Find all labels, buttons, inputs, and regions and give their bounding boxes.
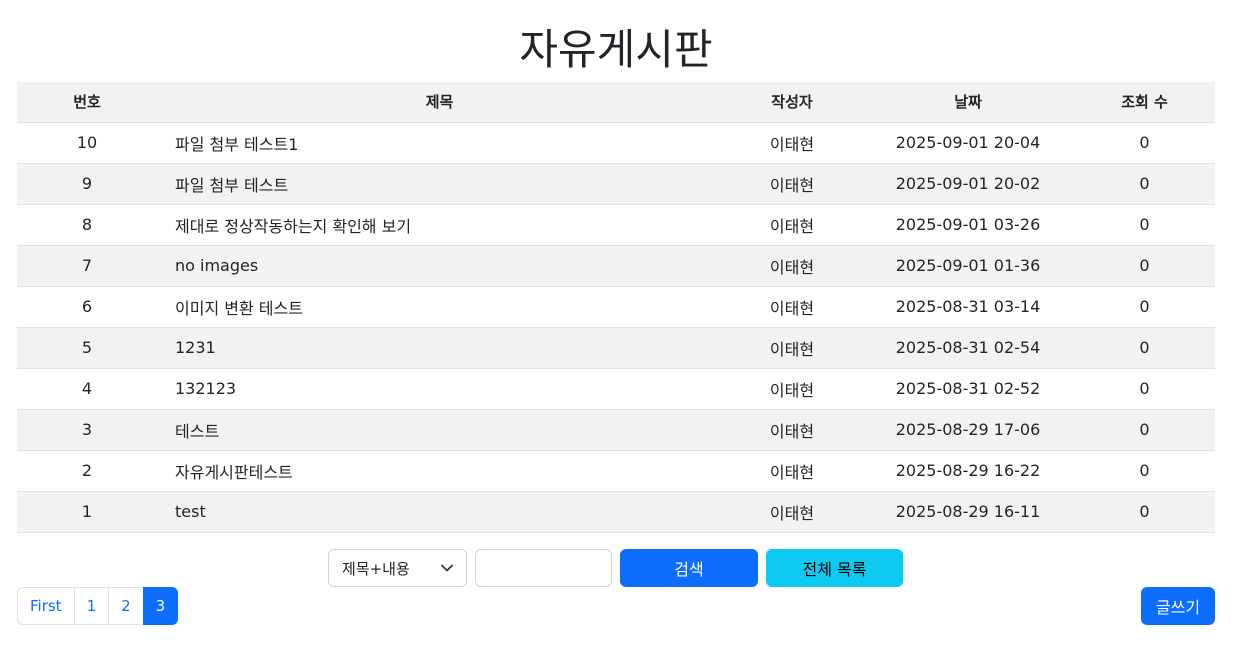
search-type-select[interactable]: 제목+내용 [328, 549, 467, 587]
post-title-link[interactable]: 제대로 정상작동하는지 확인해 보기 [157, 204, 722, 246]
cell-num: 7 [17, 245, 157, 287]
cell-num: 3 [17, 409, 157, 451]
cell-views: 0 [1074, 122, 1215, 164]
cell-date: 2025-08-31 02-52 [862, 368, 1074, 410]
page-1-link[interactable]: 1 [73, 587, 110, 625]
cell-num: 2 [17, 450, 157, 492]
all-list-button[interactable]: 전체 목록 [766, 549, 903, 587]
post-title-link[interactable]: 파일 첨부 테스트 [157, 163, 722, 205]
search-type-value: 제목+내용 [342, 559, 410, 578]
post-title-link[interactable]: test [157, 491, 722, 533]
cell-date: 2025-08-31 03-14 [862, 286, 1074, 328]
cell-author: 이태현 [722, 450, 862, 492]
pagination: First 1 2 3 [17, 587, 179, 625]
table-row[interactable]: 6 이미지 변환 테스트 이태현 2025-08-31 03-14 0 [17, 286, 1215, 328]
post-title-link[interactable]: 1231 [157, 327, 722, 369]
cell-views: 0 [1074, 163, 1215, 205]
cell-views: 0 [1074, 409, 1215, 451]
write-post-button[interactable]: 글쓰기 [1141, 587, 1215, 625]
cell-author: 이태현 [722, 204, 862, 246]
cell-views: 0 [1074, 204, 1215, 246]
post-title-link[interactable]: no images [157, 245, 722, 287]
cell-num: 10 [17, 122, 157, 164]
board-table: 번호 제목 작성자 날짜 조회 수 10 파일 첨부 테스트1 이태현 2025… [17, 82, 1215, 533]
cell-date: 2025-08-29 17-06 [862, 409, 1074, 451]
cell-views: 0 [1074, 245, 1215, 287]
cell-author: 이태현 [722, 245, 862, 287]
cell-author: 이태현 [722, 163, 862, 205]
cell-num: 6 [17, 286, 157, 328]
header-row: 번호 제목 작성자 날짜 조회 수 [17, 82, 1215, 123]
cell-date: 2025-08-29 16-22 [862, 450, 1074, 492]
cell-num: 8 [17, 204, 157, 246]
header-date: 날짜 [862, 82, 1074, 123]
chevron-down-icon [440, 561, 454, 575]
search-input[interactable] [475, 549, 612, 587]
cell-views: 0 [1074, 368, 1215, 410]
table-row[interactable]: 8 제대로 정상작동하는지 확인해 보기 이태현 2025-09-01 03-2… [17, 204, 1215, 246]
search-button[interactable]: 검색 [620, 549, 758, 587]
cell-views: 0 [1074, 286, 1215, 328]
cell-views: 0 [1074, 491, 1215, 533]
page-3-link[interactable]: 3 [142, 587, 179, 625]
header-views: 조회 수 [1074, 82, 1215, 123]
cell-num: 1 [17, 491, 157, 533]
cell-date: 2025-09-01 03-26 [862, 204, 1074, 246]
post-title-link[interactable]: 자유게시판테스트 [157, 450, 722, 492]
page-first-link[interactable]: First [17, 587, 75, 625]
table-row[interactable]: 1 test 이태현 2025-08-29 16-11 0 [17, 491, 1215, 533]
table-row[interactable]: 5 1231 이태현 2025-08-31 02-54 0 [17, 327, 1215, 369]
cell-author: 이태현 [722, 286, 862, 328]
table-row[interactable]: 4 132123 이태현 2025-08-31 02-52 0 [17, 368, 1215, 410]
table-body: 10 파일 첨부 테스트1 이태현 2025-09-01 20-04 0 9 파… [17, 122, 1215, 533]
cell-date: 2025-08-31 02-54 [862, 327, 1074, 369]
table-row[interactable]: 7 no images 이태현 2025-09-01 01-36 0 [17, 245, 1215, 287]
table-row[interactable]: 9 파일 첨부 테스트 이태현 2025-09-01 20-02 0 [17, 163, 1215, 205]
post-title-link[interactable]: 132123 [157, 368, 722, 410]
header-title: 제목 [157, 82, 722, 123]
cell-num: 4 [17, 368, 157, 410]
search-bar: 제목+내용 검색 전체 목록 [328, 549, 903, 587]
cell-date: 2025-08-29 16-11 [862, 491, 1074, 533]
cell-views: 0 [1074, 327, 1215, 369]
header-author: 작성자 [722, 82, 862, 123]
cell-date: 2025-09-01 01-36 [862, 245, 1074, 287]
cell-author: 이태현 [722, 368, 862, 410]
page-title: 자유게시판 [519, 25, 713, 74]
table-row[interactable]: 3 테스트 이태현 2025-08-29 17-06 0 [17, 409, 1215, 451]
post-title-link[interactable]: 파일 첨부 테스트1 [157, 122, 722, 164]
cell-num: 5 [17, 327, 157, 369]
cell-date: 2025-09-01 20-02 [862, 163, 1074, 205]
page-2-link[interactable]: 2 [108, 587, 144, 625]
board-page: 자유게시판 번호 제목 작성자 날짜 조회 수 10 파일 첨부 테스트1 이태… [0, 0, 1236, 655]
cell-date: 2025-09-01 20-04 [862, 122, 1074, 164]
cell-author: 이태현 [722, 327, 862, 369]
cell-author: 이태현 [722, 409, 862, 451]
post-title-link[interactable]: 이미지 변환 테스트 [157, 286, 722, 328]
table-row[interactable]: 10 파일 첨부 테스트1 이태현 2025-09-01 20-04 0 [17, 122, 1215, 164]
post-title-link[interactable]: 테스트 [157, 409, 722, 451]
cell-author: 이태현 [722, 122, 862, 164]
cell-author: 이태현 [722, 491, 862, 533]
table-header: 번호 제목 작성자 날짜 조회 수 [17, 82, 1215, 123]
cell-views: 0 [1074, 450, 1215, 492]
header-num: 번호 [17, 82, 157, 123]
cell-num: 9 [17, 163, 157, 205]
table-row[interactable]: 2 자유게시판테스트 이태현 2025-08-29 16-22 0 [17, 450, 1215, 492]
